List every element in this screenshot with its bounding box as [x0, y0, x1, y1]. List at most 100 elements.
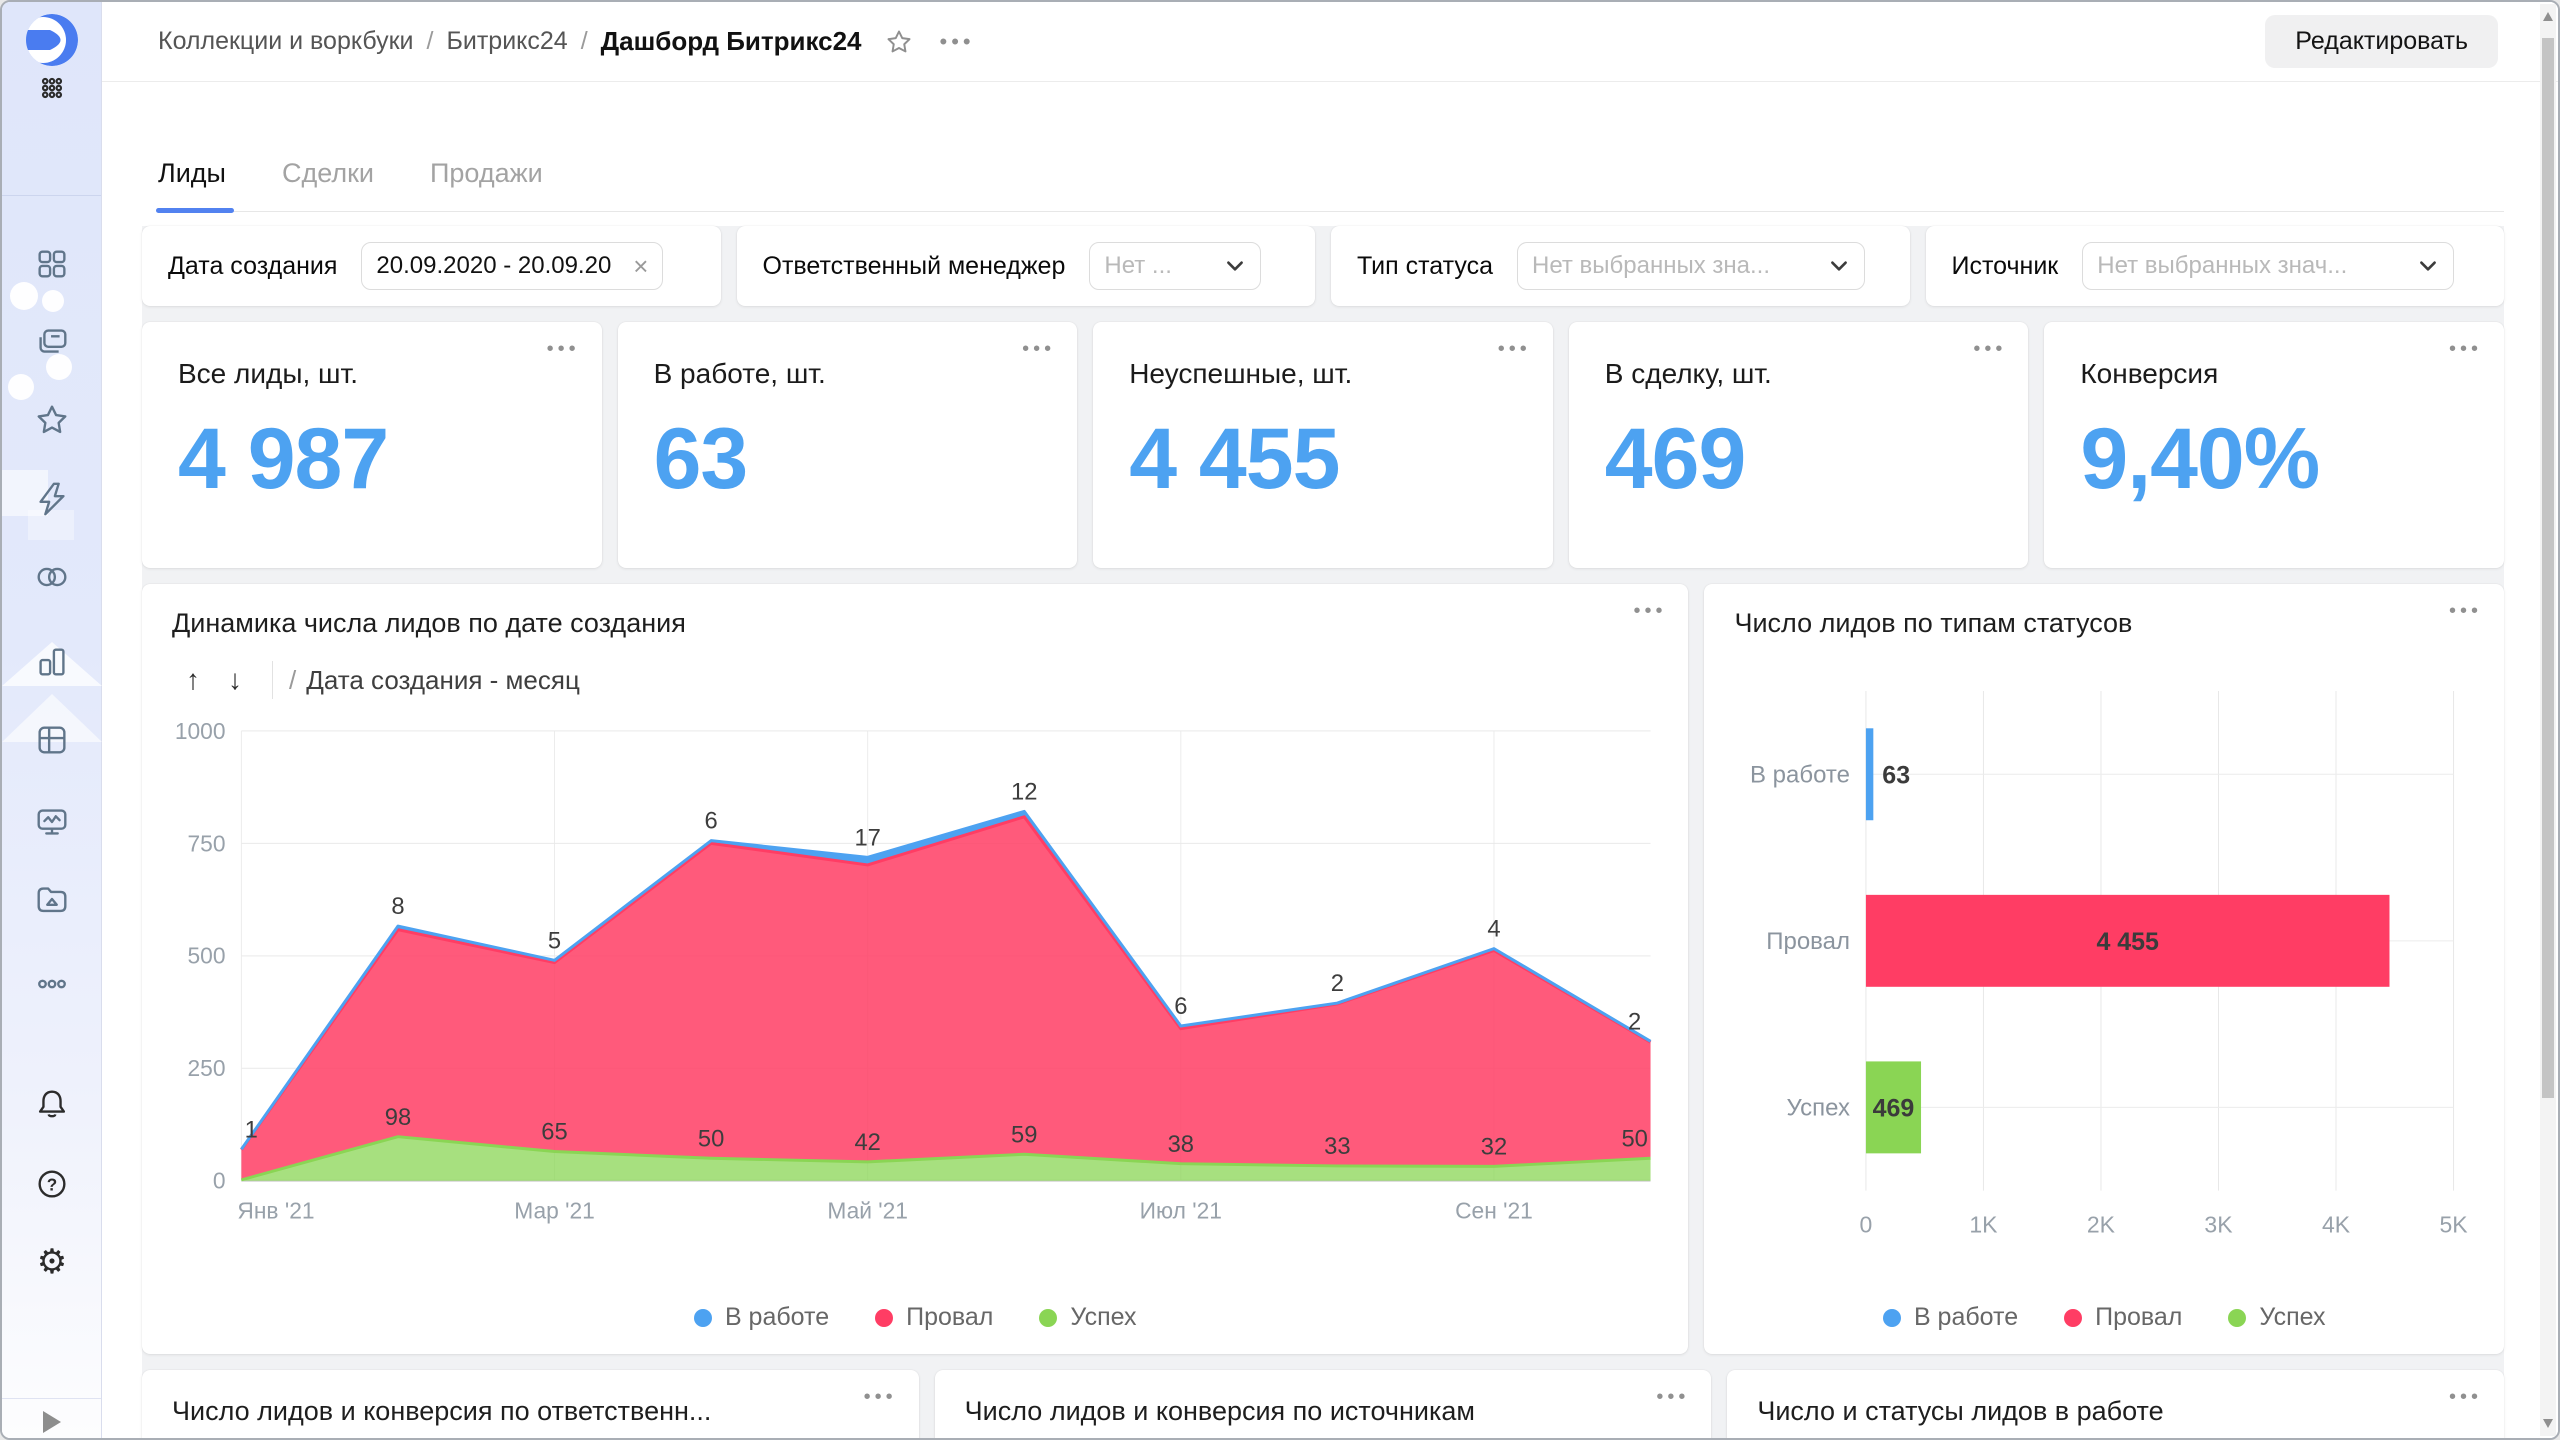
kpi-value: 9,40% [2080, 410, 2504, 509]
chart-title: Динамика числа лидов по дате создания [172, 608, 1658, 639]
svg-text:4 455: 4 455 [2097, 928, 2160, 956]
card-menu-button[interactable]: ••• [864, 1386, 897, 1409]
tab-sales[interactable]: Продажи [430, 158, 543, 211]
legend-item[interactable]: Успех [1039, 1303, 1136, 1332]
settings-gear-icon[interactable]: ⚙ [32, 1242, 72, 1282]
tab-leads[interactable]: Лиды [158, 158, 226, 211]
manager-select[interactable]: Нет ... [1089, 242, 1261, 290]
legend-label: В работе [1914, 1303, 2018, 1332]
legend-label: Успех [2259, 1303, 2325, 1332]
edit-button[interactable]: Редактировать [2265, 15, 2498, 68]
expand-sidebar-button[interactable] [32, 1402, 72, 1440]
chart-title: Число лидов и конверсия по источникам [965, 1396, 1682, 1427]
sidebar-divider [2, 195, 101, 196]
chart-title: Число и статусы лидов в работе [1757, 1396, 2474, 1427]
card-menu-button[interactable]: ••• [1633, 600, 1666, 623]
chevron-down-icon [1828, 255, 1850, 277]
select-placeholder: Нет выбранных знач... [2097, 252, 2403, 280]
legend-dot-icon [1039, 1309, 1057, 1327]
monitor-chart-icon[interactable] [32, 802, 72, 842]
filter-label: Ответственный менеджер [763, 252, 1066, 281]
svg-text:3K: 3K [2205, 1212, 2234, 1238]
status-types-bar-chart[interactable]: В работе63Провал4 455Успех46901K2K3K4K5K [1734, 675, 2474, 1275]
svg-text:50: 50 [698, 1125, 724, 1152]
card-menu-button[interactable]: ••• [2449, 600, 2482, 623]
app-window: ? ⚙ Коллекции и воркбуки / Битрикс24 / Д… [0, 0, 2560, 1440]
card-menu-button[interactable]: ••• [1656, 1386, 1689, 1409]
legend-item[interactable]: В работе [1883, 1303, 2018, 1332]
status-type-select[interactable]: Нет выбранных зна... [1517, 242, 1865, 290]
card-menu-button[interactable]: ••• [547, 338, 580, 361]
svg-text:В работе: В работе [1751, 761, 1851, 788]
quick-actions-bolt-icon[interactable] [32, 479, 72, 519]
breadcrumb-collections[interactable]: Коллекции и воркбуки [158, 27, 414, 56]
svg-text:Май '21: Май '21 [827, 1197, 908, 1223]
dashboard-tabs: Лиды Сделки Продажи [158, 82, 2504, 212]
datalens-logo[interactable] [26, 14, 78, 66]
favorites-star-icon[interactable] [32, 400, 72, 440]
svg-text:0: 0 [1860, 1212, 1873, 1238]
drill-prefix: / [289, 665, 296, 696]
workbooks-icon[interactable] [32, 322, 72, 362]
svg-text:12: 12 [1011, 779, 1037, 806]
header-menu-button[interactable]: ••• [940, 29, 975, 55]
sidebar-decor-circle [10, 282, 38, 310]
kpi-to-deal: ••• В сделку, шт. 469 [1569, 322, 2029, 568]
help-question-icon[interactable]: ? [32, 1164, 72, 1204]
storage-folder-icon[interactable] [32, 880, 72, 920]
dashboards-tiles-icon[interactable] [32, 244, 72, 284]
chart-title: Число лидов по типам статусов [1734, 608, 2474, 639]
svg-text:Янв '21: Янв '21 [237, 1197, 314, 1223]
bottom-row: ••• Число лидов и конверсия по ответстве… [142, 1370, 2504, 1438]
scroll-up-icon[interactable] [2543, 12, 2553, 21]
legend-dot-icon [1883, 1309, 1901, 1327]
legend-item[interactable]: Успех [2228, 1303, 2325, 1332]
kpi-title: Конверсия [2080, 358, 2504, 390]
breadcrumb-workbook[interactable]: Битрикс24 [446, 27, 567, 56]
card-menu-button[interactable]: ••• [1022, 338, 1055, 361]
drill-down-icon[interactable]: ↓ [214, 664, 256, 696]
charts-bars-icon[interactable] [32, 642, 72, 682]
main-content: Коллекции и воркбуки / Битрикс24 / Дашбо… [102, 2, 2558, 1438]
card-menu-button[interactable]: ••• [1973, 338, 2006, 361]
svg-text:1: 1 [245, 1116, 258, 1143]
svg-text:2: 2 [1628, 1008, 1641, 1035]
kpi-title: Все лиды, шт. [178, 358, 602, 390]
drill-up-icon[interactable]: ↑ [172, 664, 214, 696]
legend-label: Провал [906, 1303, 993, 1332]
svg-text:50: 50 [1621, 1125, 1647, 1152]
legend-dot-icon [875, 1309, 893, 1327]
kpi-all-leads: ••• Все лиды, шт. 4 987 [142, 322, 602, 568]
vertical-scrollbar[interactable] [2540, 4, 2556, 1436]
card-menu-button[interactable]: ••• [2449, 1386, 2482, 1409]
scrollbar-thumb[interactable] [2542, 38, 2554, 1098]
legend-item[interactable]: Провал [875, 1303, 993, 1332]
notifications-bell-icon[interactable] [32, 1084, 72, 1124]
more-dots-icon[interactable] [32, 964, 72, 1004]
drill-breadcrumb[interactable]: Дата создания - месяц [306, 665, 580, 696]
dashboard-grid: Дата создания 20.09.2020 - 20.09.20 × От… [142, 226, 2504, 1438]
source-select[interactable]: Нет выбранных знач... [2082, 242, 2454, 290]
leads-dynamics-area-chart[interactable]: 0250500750100098655042593833325018561712… [172, 717, 1658, 1257]
kpi-value: 4 987 [178, 410, 602, 509]
card-menu-button[interactable]: ••• [1498, 338, 1531, 361]
filter-label: Тип статуса [1357, 252, 1493, 281]
legend-item[interactable]: В работе [694, 1303, 829, 1332]
clear-filter-icon[interactable]: × [633, 251, 648, 282]
connections-circles-icon[interactable] [32, 557, 72, 597]
legend-label: В работе [725, 1303, 829, 1332]
favorite-star-button[interactable] [884, 27, 914, 57]
svg-text:Успех: Успех [1787, 1094, 1850, 1121]
tab-deals[interactable]: Сделки [282, 158, 374, 211]
bar-chart-legend: В работе Провал Успех [1734, 1303, 2474, 1336]
sidebar-footer-divider [2, 1398, 101, 1399]
apps-grid-icon[interactable] [32, 68, 72, 108]
status-types-card: ••• Число лидов по типам статусов В рабо… [1704, 584, 2504, 1354]
table-icon[interactable] [32, 720, 72, 760]
date-range-input[interactable]: 20.09.2020 - 20.09.20 × [361, 242, 663, 290]
sidebar-decor-circle [42, 290, 64, 312]
card-menu-button[interactable]: ••• [2449, 338, 2482, 361]
legend-item[interactable]: Провал [2064, 1303, 2182, 1332]
svg-text:6: 6 [704, 808, 717, 835]
scroll-down-icon[interactable] [2543, 1419, 2553, 1428]
